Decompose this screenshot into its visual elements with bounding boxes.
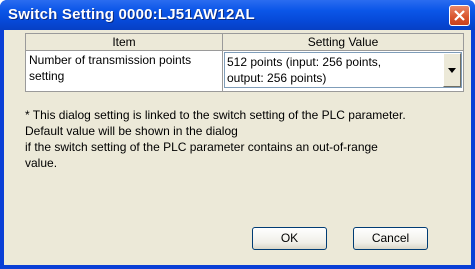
setting-value-cell: 512 points (input: 256 points, output: 2… [222,50,464,92]
close-button[interactable] [449,5,470,26]
note-line: * This dialog setting is linked to the s… [25,108,406,122]
window-frame [0,265,475,269]
ok-button[interactable]: OK [252,227,327,250]
column-header-item: Item [25,33,223,51]
window-title: Switch Setting 0000:LJ51AW12AL [8,6,255,23]
table-row: Number of transmission points setting 51… [25,50,464,92]
dropdown-value-line-2: output: 256 points) [227,71,327,85]
column-header-setting-value: Setting Value [222,33,464,51]
dropdown-selected-value: 512 points (input: 256 points, output: 2… [227,54,439,86]
cancel-button[interactable]: Cancel [353,227,428,250]
table-header-row: Item Setting Value [25,33,464,51]
note-line: if the switch setting of the PLC paramet… [25,140,378,154]
title-bar[interactable]: Switch Setting 0000:LJ51AW12AL [0,0,475,30]
transmission-points-dropdown[interactable]: 512 points (input: 256 points, output: 2… [224,52,462,88]
close-icon [454,10,465,21]
chevron-down-icon [448,68,456,73]
dropdown-value-line-1: 512 points (input: 256 points, [227,55,382,69]
note-line: value. [25,156,58,170]
note-line: Default value will be shown in the dialo… [25,124,238,138]
item-cell: Number of transmission points setting [25,50,223,92]
dropdown-button[interactable] [443,53,461,87]
info-note: * This dialog setting is linked to the s… [25,107,465,171]
settings-table: Item Setting Value Number of transmissio… [25,33,464,92]
